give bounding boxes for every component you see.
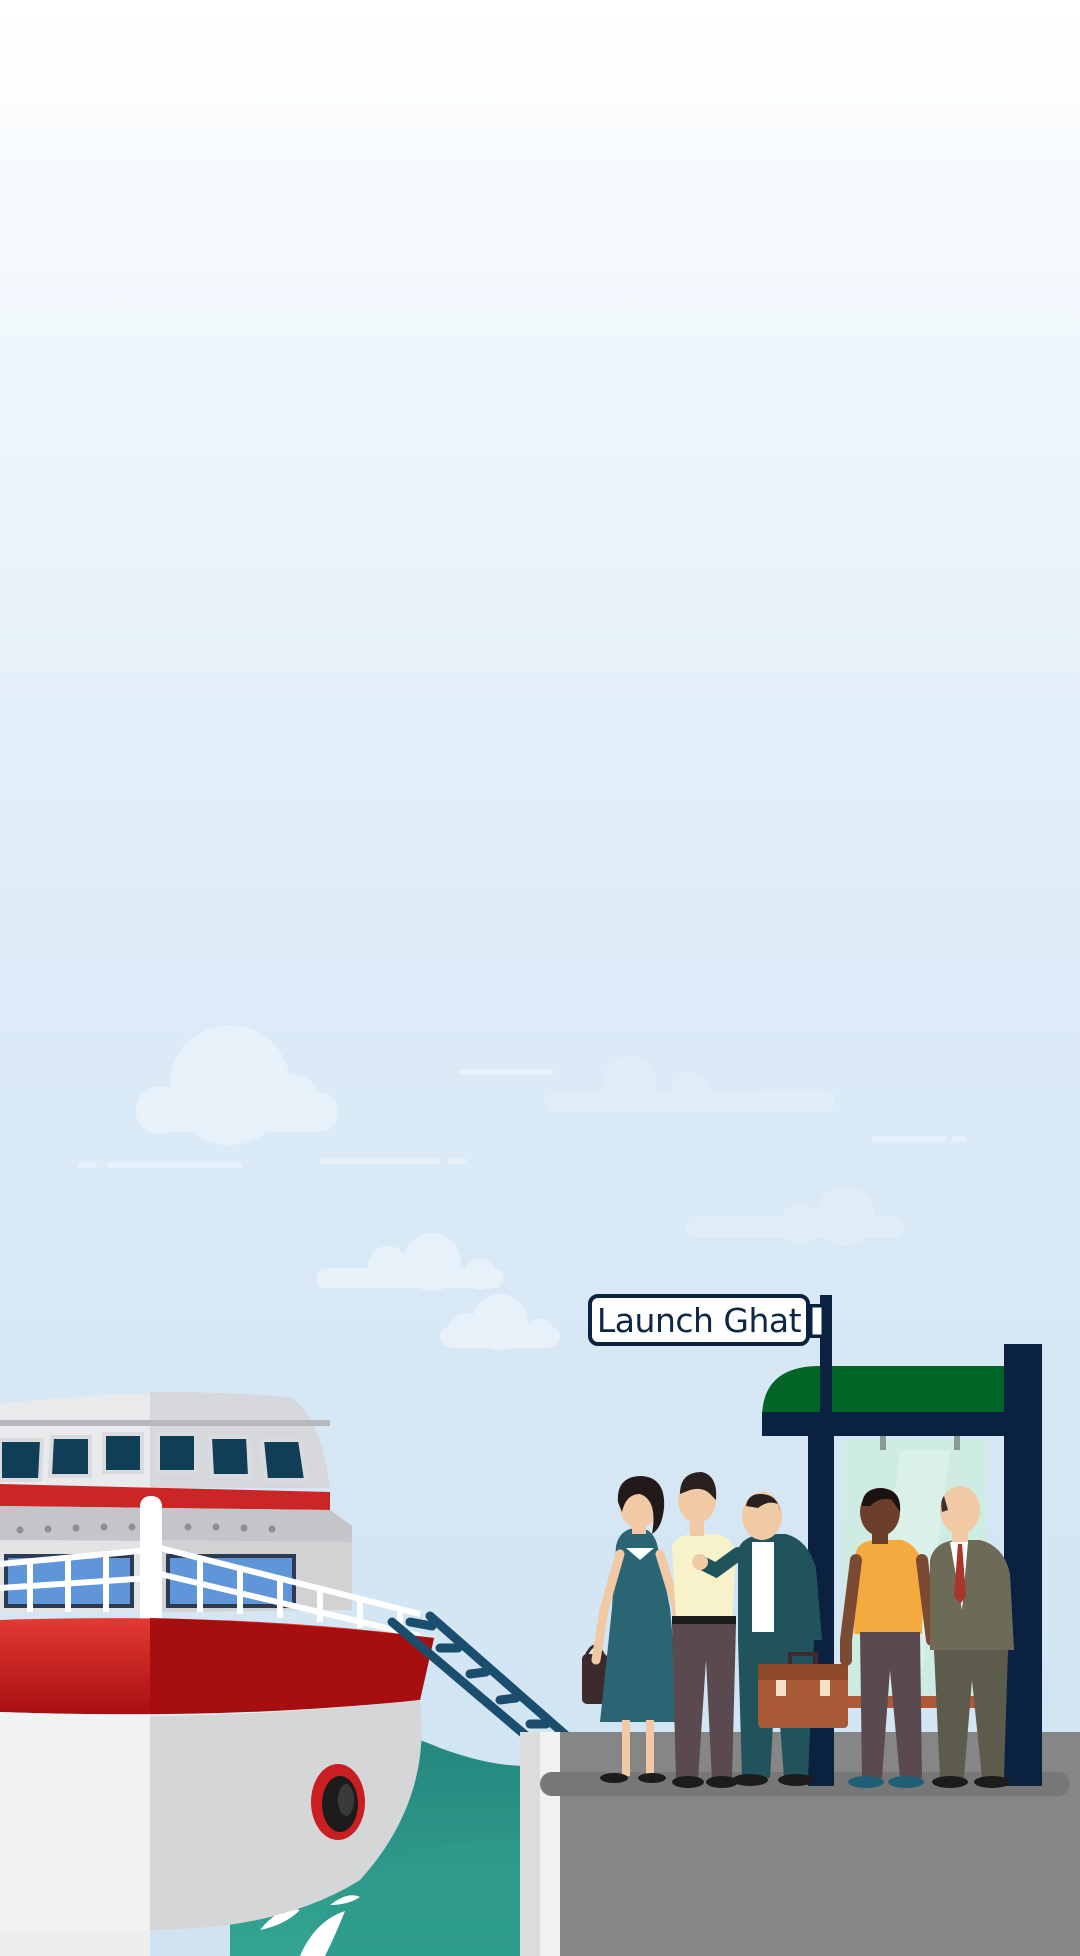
sign-board: [588, 1294, 825, 1346]
illustration-canvas: [0, 0, 1080, 1956]
briefcase-icon: [758, 1652, 848, 1728]
